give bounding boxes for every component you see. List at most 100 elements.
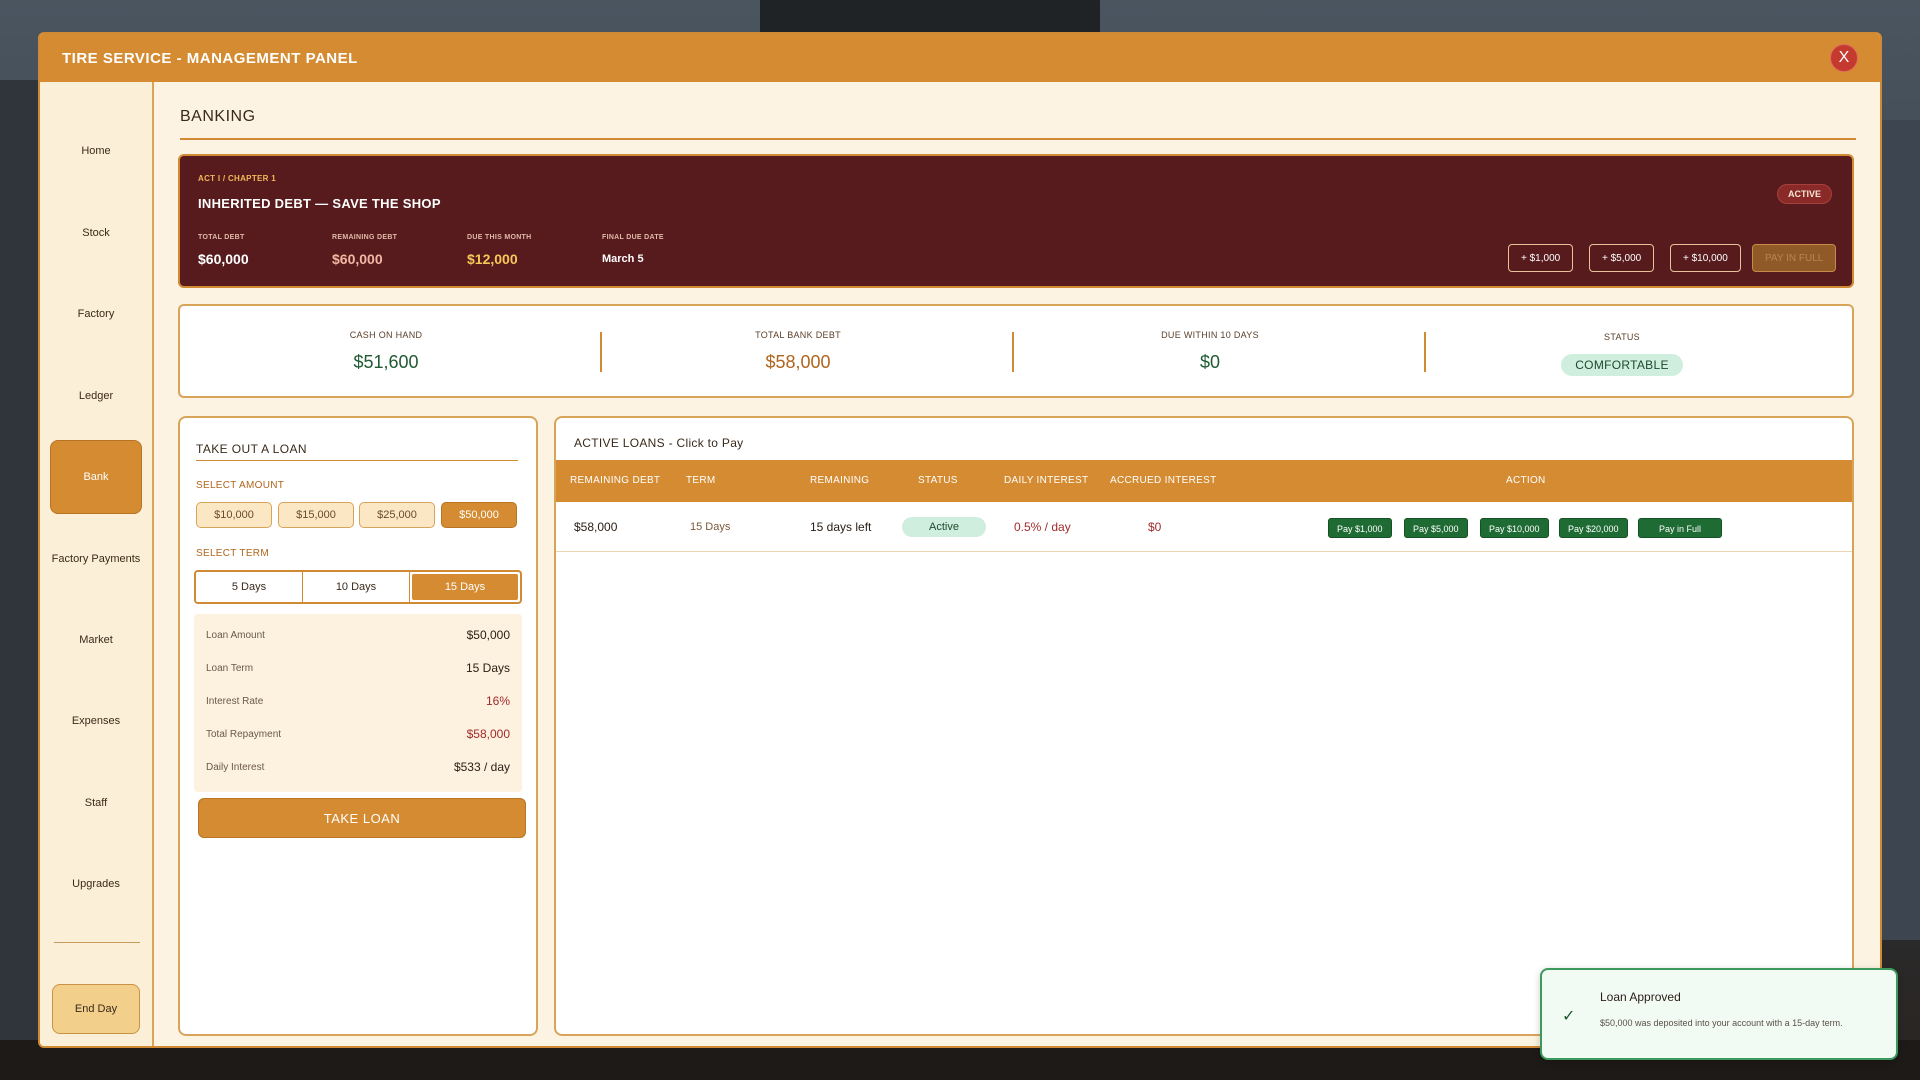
title-bar: TIRE SERVICE - MANAGEMENT PANEL X [40, 34, 1880, 82]
toast-title: Loan Approved [1600, 990, 1681, 1004]
amount-10000-button[interactable]: $10,000 [196, 502, 272, 528]
term-selector: 5 Days 10 Days 15 Days [194, 570, 522, 604]
story-pay-in-full-button[interactable]: PAY IN FULL [1752, 244, 1837, 272]
story-status-badge: ACTIVE [1776, 184, 1832, 204]
amount-25000-button[interactable]: $25,000 [359, 502, 435, 528]
sidebar-item-ledger[interactable]: Ledger [50, 359, 142, 433]
summary-label: DUE WITHIN 10 DAYS [1161, 330, 1259, 340]
sidebar-divider [54, 942, 140, 943]
pay-20000-button[interactable]: Pay $20,000 [1559, 518, 1628, 538]
loan-panel-divider [196, 460, 518, 461]
amount-15000-button[interactable]: $15,000 [278, 502, 354, 528]
detail-total-repayment: Total Repayment $58,000 [206, 727, 510, 741]
close-button[interactable]: X [1830, 44, 1858, 72]
cell-term: 15 Days [690, 521, 731, 533]
cell-daily-interest: 0.5% / day [1014, 520, 1071, 534]
active-loans-panel: ACTIVE LOANS - Click to Pay REMAINING DE… [554, 416, 1854, 1036]
summary-bank-debt: TOTAL BANK DEBT $58,000 [592, 306, 1004, 400]
cash-value: $51,600 [353, 352, 419, 372]
stat-label: TOTAL DEBT [198, 234, 245, 241]
story-debt-card: ACT I / CHAPTER 1 INHERITED DEBT — SAVE … [178, 154, 1854, 288]
account-summary: CASH ON HAND $51,600 TOTAL BANK DEBT $58… [178, 304, 1854, 398]
end-day-button[interactable]: End Day [52, 984, 140, 1034]
cell-accrued-interest: $0 [1148, 520, 1162, 534]
detail-value: 15 Days [465, 661, 510, 675]
term-10-days-button[interactable]: 10 Days [303, 572, 410, 602]
loan-panel-title: TAKE OUT A LOAN [196, 442, 307, 456]
table-row[interactable]: $58,000 15 Days 15 days left Active 0.5%… [556, 502, 1852, 552]
sidebar-item-bank[interactable]: Bank [50, 440, 142, 514]
background-wall [0, 80, 40, 1080]
stat-value: $60,000 [198, 251, 249, 267]
toast-message: $50,000 was deposited into your account … [1600, 1018, 1843, 1028]
column-header: STATUS [918, 475, 958, 486]
sidebar-item-stock[interactable]: Stock [50, 196, 142, 270]
story-pay-5000-button[interactable]: + $5,000 [1589, 244, 1655, 272]
term-15-days-button[interactable]: 15 Days [412, 574, 518, 600]
window-title: TIRE SERVICE - MANAGEMENT PANEL [62, 49, 358, 67]
sidebar-item-factory[interactable]: Factory [50, 277, 142, 351]
summary-due-soon: DUE WITHIN 10 DAYS $0 [1004, 306, 1416, 400]
select-amount-label: SELECT AMOUNT [196, 480, 285, 491]
check-icon: ✓ [1562, 1008, 1576, 1025]
loan-approved-toast: ✓ Loan Approved $50,000 was deposited in… [1540, 968, 1898, 1060]
cell-remaining-debt: $58,000 [574, 520, 618, 534]
sidebar-item-home[interactable]: Home [50, 114, 142, 188]
due-value: $0 [1199, 352, 1221, 372]
page-title: BANKING [180, 108, 256, 125]
sidebar-item-staff[interactable]: Staff [50, 766, 142, 840]
column-header: TERM [686, 475, 716, 486]
summary-cash: CASH ON HAND $51,600 [180, 306, 592, 400]
stat-label: FINAL DUE DATE [602, 234, 664, 241]
detail-label: Interest Rate [206, 695, 264, 707]
detail-value: $58,000 [466, 727, 510, 741]
stat-label: REMAINING DEBT [332, 234, 398, 241]
story-title: INHERITED DEBT — SAVE THE SHOP [198, 196, 441, 211]
detail-label: Daily Interest [206, 761, 265, 773]
stat-value: $60,000 [332, 251, 383, 267]
stat-remaining-debt: REMAINING DEBT $60,000 [332, 234, 397, 267]
column-header: REMAINING DEBT [570, 475, 661, 486]
column-header: DAILY INTEREST [1004, 475, 1089, 486]
column-header: REMAINING [810, 475, 870, 486]
take-loan-button[interactable]: TAKE LOAN [198, 798, 526, 838]
pay-1000-button[interactable]: Pay $1,000 [1328, 518, 1392, 538]
summary-label: STATUS [1604, 332, 1640, 342]
pay-5000-button[interactable]: Pay $5,000 [1404, 518, 1468, 538]
take-loan-panel: TAKE OUT A LOAN SELECT AMOUNT $10,000 $1… [178, 416, 538, 1036]
story-pay-10000-button[interactable]: + $10,000 [1670, 244, 1741, 272]
detail-loan-amount: Loan Amount $50,000 [206, 628, 510, 642]
column-header: ACCRUED INTEREST [1110, 475, 1217, 486]
main-content: BANKING ACT I / CHAPTER 1 INHERITED DEBT… [156, 82, 1880, 1046]
title-divider [180, 138, 1856, 140]
detail-value: $533 / day [453, 760, 510, 774]
pay-in-full-button[interactable]: Pay in Full [1638, 518, 1723, 538]
stat-due-this-month: DUE THIS MONTH $12,000 [467, 234, 531, 267]
summary-label: CASH ON HAND [349, 330, 423, 340]
bank-debt-value: $58,000 [765, 352, 831, 372]
detail-label: Loan Amount [206, 629, 265, 641]
stat-value: $12,000 [467, 251, 518, 267]
active-loans-title: ACTIVE LOANS - Click to Pay [574, 436, 744, 450]
stat-label: DUE THIS MONTH [467, 234, 532, 241]
amount-50000-button[interactable]: $50,000 [441, 502, 517, 528]
select-term-label: SELECT TERM [196, 548, 269, 559]
sidebar-item-expenses[interactable]: Expenses [50, 684, 142, 758]
summary-label: TOTAL BANK DEBT [755, 330, 841, 340]
stat-total-debt: TOTAL DEBT $60,000 [198, 234, 249, 267]
background-pillar [1880, 120, 1920, 940]
detail-daily-interest: Daily Interest $533 / day [206, 760, 510, 774]
detail-interest-rate: Interest Rate 16% [206, 694, 510, 708]
stat-value: March 5 [602, 253, 644, 265]
pay-10000-button[interactable]: Pay $10,000 [1480, 518, 1549, 538]
detail-value: 16% [485, 694, 510, 708]
background-beam [760, 0, 1100, 34]
story-pay-1000-button[interactable]: + $1,000 [1508, 244, 1574, 272]
sidebar-item-upgrades[interactable]: Upgrades [50, 847, 142, 921]
term-5-days-button[interactable]: 5 Days [196, 572, 303, 602]
stat-final-due-date: FINAL DUE DATE March 5 [602, 234, 664, 265]
sidebar-item-market[interactable]: Market [50, 603, 142, 677]
detail-value: $50,000 [466, 628, 510, 642]
sidebar-item-factory-payments[interactable]: Factory Payments [50, 522, 142, 596]
sidebar: Home Stock Factory Ledger Bank Factory P… [40, 82, 154, 1046]
